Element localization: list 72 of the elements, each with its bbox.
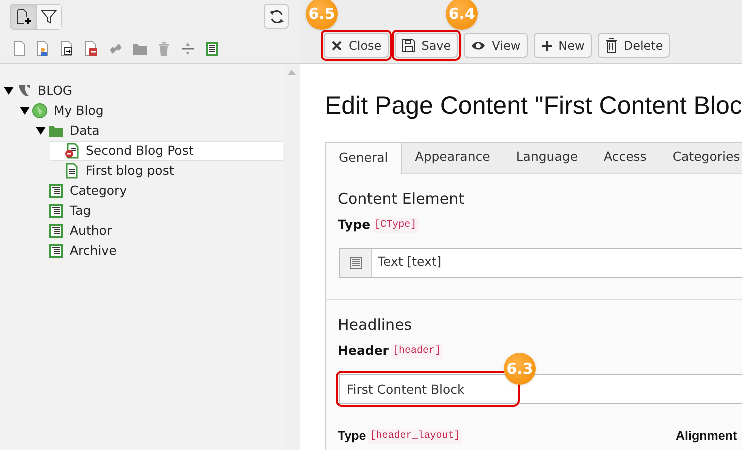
tree-label: Author [70,222,112,240]
page-remove-icon[interactable] [84,41,100,57]
tree-item[interactable]: Data [34,121,283,141]
new-page-icon [16,9,32,25]
field-code: [header] [390,344,443,360]
step-badge: 6.3 [504,353,536,385]
logo-icon [16,83,32,99]
folder-icon [48,123,64,139]
list-page-icon [48,203,64,219]
trash-icon [604,38,618,53]
plus-icon [540,40,553,52]
floppy-icon [402,38,416,52]
header-field[interactable]: First Content Block [339,374,742,404]
expanded-caret-icon[interactable] [36,126,46,136]
list-page-icon[interactable] [204,41,220,57]
close-button[interactable]: Close [324,33,389,58]
field-label: Type [338,428,366,445]
text-icon [350,256,362,269]
field-code: [CType] [372,218,419,233]
new-button[interactable]: New [534,33,592,58]
divider-icon[interactable] [180,41,196,57]
tab[interactable]: Categories [660,142,742,172]
tree-label: My Blog [54,102,104,120]
step-badge: 6.4 [446,0,478,30]
field-label: Header [338,342,389,360]
tree-label: First blog post [86,162,174,180]
step-badge: 6.5 [306,0,338,30]
tree-label: BLOG [38,82,73,100]
tab[interactable]: Language [503,142,592,172]
page-title: Edit Page Content "First Content Bloc [325,91,742,122]
tree-item[interactable]: Archive [34,241,283,261]
refresh-button[interactable] [264,4,289,29]
type-select[interactable]: Text [text] [339,248,742,278]
tree-item[interactable]: BLOG [2,81,283,101]
tree-item[interactable]: Second Blog Post [50,141,283,161]
filter-toggle[interactable] [36,5,61,29]
page-icon[interactable] [12,41,28,57]
filter-icon [41,9,57,25]
select-value: Text [text] [377,253,442,272]
field-code: [header_layout] [368,428,462,444]
section-heading: Content Element [338,188,466,210]
tree-label: Data [70,122,100,140]
tree-item[interactable]: First blog post [50,161,283,181]
tree-label: Archive [70,242,117,260]
list-page-icon [48,243,64,259]
globe-icon [32,103,48,119]
new-page-toggle[interactable] [11,5,36,29]
list-page-icon [48,183,64,199]
list-page-icon [48,223,64,239]
tab[interactable]: Appearance [402,142,504,172]
view-button[interactable]: View [464,33,528,58]
tab[interactable]: General [326,142,402,174]
section-heading: Headlines [338,314,414,336]
tab[interactable]: Access [591,142,660,172]
hidden-page-icon [64,143,80,159]
tree-item[interactable]: Tag [34,201,283,221]
close-icon [331,40,343,52]
tree-label: Category [70,182,128,200]
delete-button[interactable]: Delete [598,33,670,58]
field-label: Alignment [676,428,738,445]
eye-icon [471,40,486,52]
tree-item[interactable]: Category [34,181,283,201]
page-icon [64,163,80,179]
save-button[interactable]: Save [394,33,458,58]
tree-item[interactable]: Author [34,221,283,241]
expanded-caret-icon[interactable] [4,86,14,96]
tree-label: Tag [70,202,92,220]
tree-item[interactable]: My Blog [18,101,283,121]
field-label: Type [338,216,371,234]
tree-label: Second Blog Post [86,142,194,160]
expanded-caret-icon[interactable] [20,106,30,116]
refresh-icon [268,8,284,24]
